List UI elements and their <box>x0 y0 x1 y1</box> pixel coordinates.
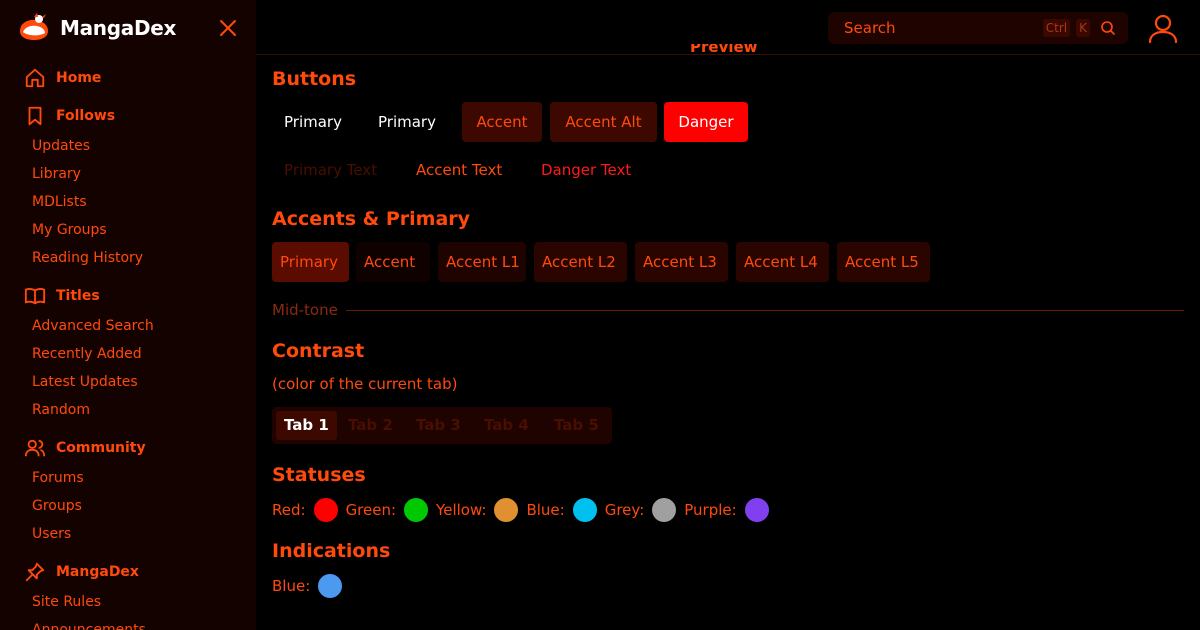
sidebar-item-mdlists[interactable]: MDLists <box>32 192 87 212</box>
sidebar-item-users[interactable]: Users <box>32 524 71 544</box>
pin-icon <box>25 562 45 582</box>
accent-swatch-l3: Accent L3 <box>635 242 728 282</box>
tab-1[interactable]: Tab 1 <box>276 411 337 440</box>
sidebar-section-label: Community <box>56 440 146 456</box>
shortcut-ctrl-badge: Ctrl <box>1042 19 1071 37</box>
indication-blue-dot <box>318 574 343 598</box>
indication-label: Blue: <box>272 577 311 595</box>
primary-text-button[interactable]: Primary Text <box>272 150 389 190</box>
contrast-heading: Contrast <box>272 340 365 362</box>
search-placeholder: Search <box>844 19 896 37</box>
sidebar-item-my-groups[interactable]: My Groups <box>32 220 107 240</box>
sidebar-section-label: MangaDex <box>56 564 139 580</box>
statuses-heading: Statuses <box>272 464 366 486</box>
tab-2[interactable]: Tab 2 <box>340 411 401 440</box>
midtone-line <box>345 309 1184 311</box>
sidebar-section-home[interactable]: Home <box>24 65 101 91</box>
sidebar-item-reading-history[interactable]: Reading History <box>32 248 143 268</box>
users-icon <box>24 439 46 457</box>
accent-swatch-primary: Primary <box>272 242 349 282</box>
sidebar-section-titles[interactable]: Titles <box>24 283 100 309</box>
tab-5[interactable]: Tab 5 <box>546 411 607 440</box>
sidebar-item-library[interactable]: Library <box>32 164 81 184</box>
statuses-row: Red: Green: Yellow: Blue: Grey: Purple: <box>272 497 777 523</box>
primary-button[interactable]: Primary <box>272 102 354 142</box>
sidebar-item-recently-added[interactable]: Recently Added <box>32 344 142 364</box>
tab-bar: Tab 1 Tab 2 Tab 3 Tab 4 Tab 5 <box>272 407 612 444</box>
user-avatar-icon[interactable] <box>1144 10 1182 48</box>
status-label: Red: <box>272 501 306 519</box>
book-open-icon <box>24 288 46 305</box>
midtone-divider: Mid-tone <box>272 300 1184 320</box>
accent-swatch-l1: Accent L1 <box>438 242 526 282</box>
preview-heading: Preview <box>690 44 758 56</box>
status-label: Blue: <box>526 501 565 519</box>
tab-3[interactable]: Tab 3 <box>408 411 469 440</box>
sidebar-section-label: Home <box>56 70 102 86</box>
status-purple-dot <box>744 498 769 522</box>
accent-swatch-l2: Accent L2 <box>534 242 627 282</box>
contrast-note: (color of the current tab) <box>272 375 458 393</box>
sidebar-item-advanced-search[interactable]: Advanced Search <box>32 316 154 336</box>
brand-name: MangaDex <box>60 16 177 40</box>
status-yellow-dot <box>494 498 519 522</box>
sidebar-section-mangadex[interactable]: MangaDex <box>24 559 139 585</box>
brand-logo[interactable]: MangaDex <box>16 10 176 46</box>
home-icon <box>25 68 45 88</box>
status-label: Yellow: <box>436 501 487 519</box>
status-grey-dot <box>652 498 677 522</box>
midtone-label: Mid-tone <box>272 301 338 319</box>
status-label: Green: <box>345 501 397 519</box>
status-red-dot <box>313 498 338 522</box>
sidebar-item-latest-updates[interactable]: Latest Updates <box>32 372 138 392</box>
accent-swatch-accent: Accent <box>356 242 430 282</box>
accent-text-button[interactable]: Accent Text <box>404 150 514 190</box>
sidebar-item-updates[interactable]: Updates <box>32 136 90 156</box>
indications-row: Blue: <box>272 573 350 599</box>
search-icon <box>1101 21 1115 35</box>
sidebar-item-announcements[interactable]: Announcements <box>32 620 146 630</box>
close-sidebar-icon[interactable] <box>216 16 240 40</box>
bookmark-icon <box>28 106 42 126</box>
sidebar-section-label: Titles <box>56 288 100 304</box>
accent-alt-button[interactable]: Accent Alt <box>550 102 657 142</box>
status-green-dot <box>404 498 429 522</box>
sidebar-section-follows[interactable]: Follows <box>24 103 115 129</box>
buttons-heading: Buttons <box>272 68 357 90</box>
mangadex-logo-icon <box>20 13 48 40</box>
sidebar-item-groups[interactable]: Groups <box>32 496 82 516</box>
status-label: Grey: <box>604 501 645 519</box>
accent-swatch-l4: Accent L4 <box>736 242 829 282</box>
sidebar: MangaDex Home Follows Updates Library MD… <box>0 0 256 630</box>
indications-heading: Indications <box>272 540 391 562</box>
sidebar-section-label: Follows <box>56 108 116 124</box>
primary-button-alt[interactable]: Primary <box>366 102 448 142</box>
sidebar-item-site-rules[interactable]: Site Rules <box>32 592 101 612</box>
sidebar-item-forums[interactable]: Forums <box>32 468 84 488</box>
danger-button[interactable]: Danger <box>664 102 748 142</box>
status-label: Purple: <box>684 501 737 519</box>
danger-text-button[interactable]: Danger Text <box>529 150 643 190</box>
sidebar-section-community[interactable]: Community <box>24 435 146 461</box>
status-blue-dot <box>572 498 597 522</box>
shortcut-k-badge: K <box>1076 19 1090 37</box>
accent-button[interactable]: Accent <box>462 102 542 142</box>
search-input[interactable]: Search Ctrl K <box>828 12 1128 44</box>
accent-swatch-l5: Accent L5 <box>837 242 930 282</box>
tab-4[interactable]: Tab 4 <box>476 411 537 440</box>
sidebar-item-random[interactable]: Random <box>32 400 90 420</box>
accents-heading: Accents & Primary <box>272 208 471 230</box>
